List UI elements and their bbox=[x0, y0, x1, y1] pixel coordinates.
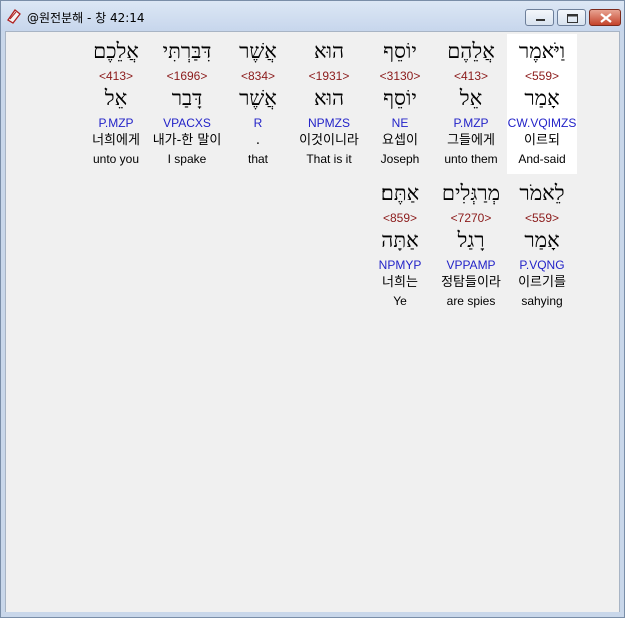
strong-number: <1931> bbox=[308, 69, 350, 83]
morphology-code: NE bbox=[391, 116, 409, 130]
lemma-word: אָמַר bbox=[524, 228, 560, 252]
verse-panel: וַיֹּאמֶר <559> אָמַר CW.VQIMZS 이르되 And-said א… bbox=[5, 31, 620, 613]
close-icon bbox=[600, 13, 612, 23]
morphology-code: NPMYP bbox=[378, 258, 422, 272]
minimize-icon bbox=[536, 19, 545, 21]
korean-gloss: 너희는 bbox=[382, 275, 418, 290]
lemma-word: אֲשֶׁר bbox=[239, 86, 277, 110]
hebrew-word: אַתֶּם׃ bbox=[380, 181, 420, 205]
hebrew-word: אֲלֵהֶם bbox=[447, 39, 495, 63]
word-cell[interactable]: יוֹסֵף <3130> יוֹסֵף NE 요셉이 Joseph bbox=[365, 34, 435, 174]
strong-number: <413> bbox=[98, 69, 134, 83]
strong-number: <7270> bbox=[450, 211, 492, 225]
lemma-word: אֵל bbox=[104, 86, 128, 110]
app-icon bbox=[7, 9, 21, 24]
word-cell[interactable]: דִּבַּרְתִּי <1696> דָּבַר VPACXS 내가-한 말이 I s… bbox=[152, 34, 222, 174]
lemma-word: יוֹסֵף bbox=[383, 86, 417, 110]
word-cell[interactable]: אֲלֵהֶם <413> אֵל P.MZP 그들에게 unto them bbox=[436, 34, 506, 174]
hebrew-word: יוֹסֵף bbox=[383, 39, 417, 63]
word-cell[interactable]: אֲלֵכֶם <413> אֵל P.MZP 너희에게 unto you bbox=[81, 34, 151, 174]
title-bar[interactable]: @원전분해 - 창 42:14 bbox=[1, 1, 624, 31]
english-gloss: Ye bbox=[393, 294, 407, 308]
window-title: @원전분해 - 창 42:14 bbox=[27, 11, 145, 25]
app-window: @원전분해 - 창 42:14 וַיֹּאמֶר <559> אָמַר CW.VQ… bbox=[0, 0, 625, 618]
hebrew-word: הוּא bbox=[313, 39, 345, 63]
morphology-code: P.MZP bbox=[453, 116, 489, 130]
lemma-word: הוּא bbox=[313, 86, 345, 110]
lemma-word: אֵל bbox=[459, 86, 483, 110]
word-cell[interactable]: וַיֹּאמֶר <559> אָמַר CW.VQIMZS 이르되 And-said bbox=[507, 34, 577, 174]
bottom-border bbox=[5, 612, 620, 616]
morphology-code: CW.VQIMZS bbox=[507, 116, 577, 130]
strong-number: <834> bbox=[240, 69, 276, 83]
morphology-code: P.VQNG bbox=[519, 258, 565, 272]
english-gloss: unto you bbox=[92, 152, 140, 166]
morphology-code: P.MZP bbox=[98, 116, 134, 130]
hebrew-word: לֵאמֹר bbox=[519, 181, 565, 205]
strong-number: <413> bbox=[453, 69, 489, 83]
maximize-button[interactable] bbox=[557, 9, 586, 26]
strong-number: <3130> bbox=[379, 69, 421, 83]
hebrew-word: אֲלֵכֶם bbox=[93, 39, 139, 63]
morphology-code: VPPAMP bbox=[446, 258, 496, 272]
hebrew-word: אֲשֶׁר bbox=[239, 39, 277, 63]
lemma-word: אָמַר bbox=[524, 86, 560, 110]
strong-number: <1696> bbox=[166, 69, 208, 83]
close-button[interactable] bbox=[589, 9, 621, 26]
word-cell[interactable]: מְרַגְּלִים <7270> רָגַל VPPAMP 정탐들이라 are spi… bbox=[436, 176, 506, 316]
word-cell[interactable]: אַתֶּם׃ <859> אַתָּה NPMYP 너희는 Ye bbox=[365, 176, 435, 316]
maximize-icon bbox=[567, 14, 578, 23]
morphology-code: NPMZS bbox=[308, 116, 350, 130]
korean-gloss: 너희에게 bbox=[92, 133, 140, 148]
lemma-word: דָּבַר bbox=[171, 86, 203, 110]
hebrew-word: דִּבַּרְתִּי bbox=[162, 39, 212, 63]
hebrew-word: וַיֹּאמֶר bbox=[518, 39, 566, 63]
strong-number: <559> bbox=[524, 211, 560, 225]
lemma-word: אַתָּה bbox=[381, 228, 419, 252]
lemma-word: רָגַל bbox=[457, 228, 485, 252]
word-cell[interactable]: לֵאמֹר <559> אָמַר P.VQNG 이르기를 sahying bbox=[507, 176, 577, 316]
word-cell[interactable]: אֲשֶׁר <834> אֲשֶׁר R. that bbox=[223, 34, 293, 174]
minimize-button[interactable] bbox=[525, 9, 554, 26]
strong-number: <559> bbox=[524, 69, 560, 83]
morphology-code: VPACXS bbox=[163, 116, 211, 130]
morphology-code: R bbox=[253, 116, 263, 130]
word-cell[interactable]: הוּא <1931> הוּא NPMZS 이것이니라 That is it bbox=[294, 34, 364, 174]
hebrew-word: מְרַגְּלִים bbox=[441, 181, 501, 205]
strong-number: <859> bbox=[382, 211, 418, 225]
